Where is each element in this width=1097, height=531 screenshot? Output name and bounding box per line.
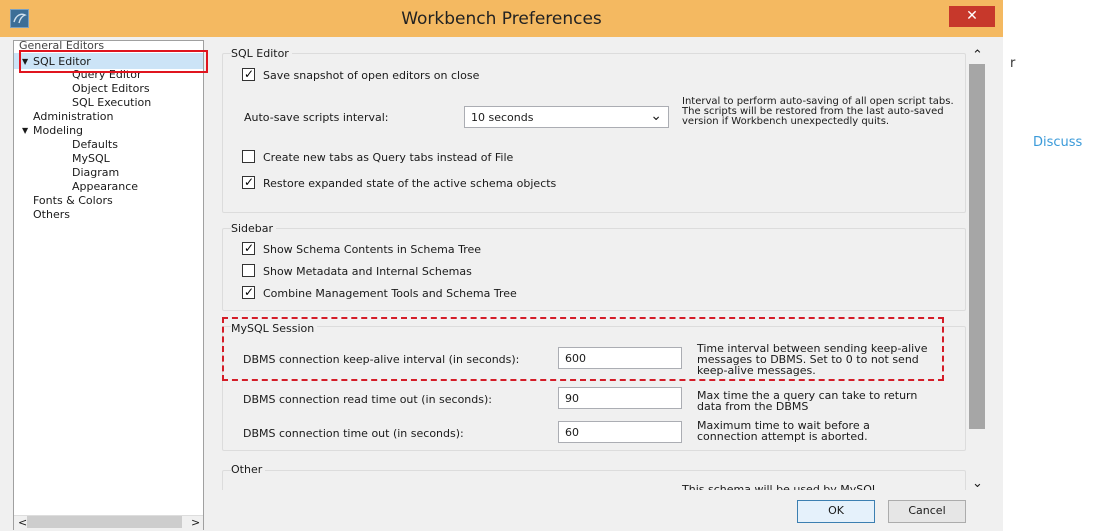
autosave-interval-select[interactable]: 10 seconds ⌄: [464, 106, 669, 128]
tree-item-defaults[interactable]: Defaults: [72, 138, 118, 151]
tree-expand-modeling-icon[interactable]: ▼: [22, 126, 28, 135]
checkmark-icon: ✓: [244, 285, 255, 299]
tree-item-administration[interactable]: Administration: [33, 110, 114, 123]
restore-state-checkbox[interactable]: ✓: [242, 175, 255, 189]
background-stray-text: r: [1010, 56, 1016, 71]
read-timeout-label: DBMS connection read time out (in second…: [243, 393, 492, 406]
ok-button[interactable]: OK: [797, 500, 875, 523]
tree-scroll-thumb[interactable]: [27, 516, 182, 528]
save-snapshot-label: Save snapshot of open editors on close: [263, 69, 480, 82]
tree-item-mysql[interactable]: MySQL: [72, 152, 110, 165]
tree-item-appearance[interactable]: Appearance: [72, 180, 138, 193]
show-metadata-label: Show Metadata and Internal Schemas: [263, 265, 472, 278]
background-link-discuss[interactable]: Discuss: [1033, 135, 1082, 150]
scroll-down-icon[interactable]: ⌄: [972, 476, 983, 491]
show-metadata-checkbox[interactable]: [242, 264, 255, 277]
show-schema-contents-checkbox[interactable]: ✓: [242, 241, 255, 255]
keepalive-input[interactable]: 600: [558, 347, 682, 369]
restore-state-label: Restore expanded state of the active sch…: [263, 177, 557, 190]
chevron-down-icon: ⌄: [650, 108, 662, 124]
keepalive-label: DBMS connection keep-alive interval (in …: [243, 353, 520, 366]
keepalive-note: Time interval between sending keep-alive…: [697, 342, 928, 377]
scroll-up-icon[interactable]: ⌃: [972, 48, 983, 63]
tree-item-diagram[interactable]: Diagram: [72, 166, 119, 179]
tree-item-object-editors[interactable]: Object Editors: [72, 82, 150, 95]
show-schema-contents-label: Show Schema Contents in Schema Tree: [263, 243, 482, 256]
other-group-title: Other: [231, 463, 266, 476]
sql-editor-group-title: SQL Editor: [231, 47, 292, 60]
query-tabs-label: Create new tabs as Query tabs instead of…: [263, 151, 514, 164]
title-bar: Workbench Preferences ✕: [0, 0, 1003, 37]
read-timeout-note: Max time the a query can take to return …: [697, 389, 918, 413]
autosave-interval-value: 10 seconds: [471, 111, 534, 124]
query-tabs-checkbox[interactable]: [242, 150, 255, 163]
sql-editor-highlight-box: [19, 50, 208, 73]
tree-item-sql-execution[interactable]: SQL Execution: [72, 96, 151, 109]
close-window-button[interactable]: ✕: [949, 6, 995, 27]
save-snapshot-checkbox[interactable]: ✓: [242, 67, 255, 81]
tree-item-modeling[interactable]: Modeling: [33, 124, 83, 137]
dialog-button-bar: [204, 490, 994, 531]
combine-tools-label: Combine Management Tools and Schema Tree: [263, 287, 517, 300]
conn-timeout-note: Maximum time to wait before a connection…: [697, 419, 870, 443]
tree-item-others[interactable]: Others: [33, 208, 70, 221]
checkmark-icon: ✓: [244, 241, 255, 255]
tree-item-fonts-colors[interactable]: Fonts & Colors: [33, 194, 113, 207]
read-timeout-input[interactable]: 90: [558, 387, 682, 409]
checkmark-icon: ✓: [244, 175, 255, 189]
window-title: Workbench Preferences: [401, 9, 602, 29]
combine-tools-checkbox[interactable]: ✓: [242, 285, 255, 299]
autosave-interval-note: Interval to perform auto-saving of all o…: [682, 96, 954, 127]
conn-timeout-input[interactable]: 60: [558, 421, 682, 443]
settings-scroll-thumb[interactable]: [969, 64, 985, 429]
scroll-right-icon[interactable]: >: [191, 516, 200, 529]
checkmark-icon: ✓: [244, 67, 255, 81]
scroll-left-icon[interactable]: <: [18, 516, 27, 529]
autosave-interval-label: Auto-save scripts interval:: [244, 111, 389, 124]
conn-timeout-label: DBMS connection time out (in seconds):: [243, 427, 464, 440]
sidebar-group-title: Sidebar: [231, 222, 277, 235]
cancel-button[interactable]: Cancel: [888, 500, 966, 523]
